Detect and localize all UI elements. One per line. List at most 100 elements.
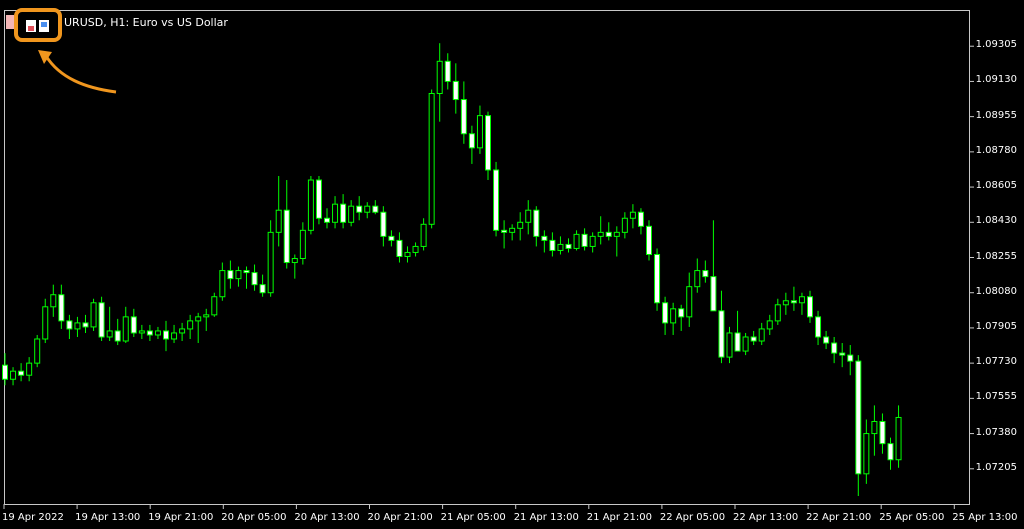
bull-candle-body [10,370,17,380]
candle [154,326,161,339]
time-tick-label: 22 Apr 13:00 [733,512,799,523]
candle [710,220,717,312]
candle [766,314,773,335]
candle [138,324,145,339]
candle [863,419,870,484]
candle [251,264,258,291]
candle [637,208,644,235]
bear-candle-body [356,205,363,213]
bear-candle-body [823,336,830,344]
candlestick-chart [2,43,974,509]
price-tick-label: 1.07555 [975,391,1017,403]
candle [26,357,33,382]
candle [179,322,186,342]
bull-candle-body [154,330,161,336]
candle [646,220,652,261]
time-tick-label: 19 Apr 13:00 [75,512,141,523]
bull-candle-body [726,332,733,358]
time-tick-label: 19 Apr 21:00 [148,512,214,523]
candle [187,314,194,339]
bear-candle-body [452,80,459,101]
bull-candle-body [476,115,483,149]
candle [831,336,838,364]
bull-candle-body [782,300,789,306]
bear-candle-body [533,209,540,237]
candle [678,304,685,331]
candle [58,284,65,329]
bull-candle-body [517,221,524,229]
candle [750,330,757,346]
candle [887,437,894,470]
price-tick-label: 1.09130 [975,74,1017,86]
candle [839,343,846,368]
bull-candle-body [187,320,194,330]
candle [597,216,604,245]
bull-candle-body [90,302,97,328]
bull-candle-body [332,203,339,223]
candle [686,272,693,327]
bull-candle-body [670,308,677,324]
bear-candle-body [388,235,395,241]
bear-candle-body [340,203,347,223]
bear-candle-body [324,217,330,223]
price-tick-label: 1.09305 [975,39,1017,51]
time-tick-label: 21 Apr 21:00 [586,512,652,523]
candle [613,226,620,257]
candle [50,284,57,317]
candle [235,266,242,287]
candle [18,363,25,382]
candle [122,306,129,344]
candle [283,180,290,269]
candle [10,367,17,386]
candle [581,228,588,251]
bull-candle-body [428,93,435,225]
bull-candle-body [798,296,805,304]
candle [291,254,298,279]
bear-candle-body [807,296,813,318]
bear-candle-body [565,243,572,249]
candle [855,355,862,496]
symbol-marker-icon [6,15,14,29]
bear-candle-body [243,270,250,274]
candle [315,176,322,225]
price-tick-label: 1.07205 [975,461,1017,473]
candle [847,345,854,376]
chart-title: URUSD, H1: Euro vs US Dollar [64,16,228,29]
candle [815,310,822,346]
candle [565,238,572,253]
candle [790,286,797,311]
candle [372,200,379,215]
bear-candle-body [460,99,467,135]
candle [742,332,749,356]
candle [734,310,741,352]
bear-candle-body [847,354,854,362]
candle [428,89,435,229]
candle [396,232,403,263]
bull-candle-body [106,330,113,338]
bull-candle-body [694,270,701,288]
bear-candle-body [815,316,822,338]
candle [670,302,677,335]
bull-candle-body [203,314,210,318]
bull-candle-body [629,211,636,219]
candle [557,236,564,255]
one-click-trading-button[interactable] [14,8,62,42]
price-tick-label: 1.07905 [975,320,1017,332]
candle [654,248,661,311]
bull-candle-body [364,205,371,213]
candle [98,296,105,342]
price-tick-label: 1.07730 [975,356,1017,368]
bear-candle-body [662,302,669,324]
bear-candle-body [654,253,661,304]
bull-candle-body [774,304,781,322]
candle [501,220,508,249]
candle [163,320,169,352]
candle [66,314,73,339]
chart-one-click-trading-icon [26,20,49,32]
bull-candle-body [138,330,145,334]
candle [871,405,878,456]
candle [694,258,701,293]
candle [219,262,226,301]
candle [726,326,733,364]
candle [533,206,540,247]
